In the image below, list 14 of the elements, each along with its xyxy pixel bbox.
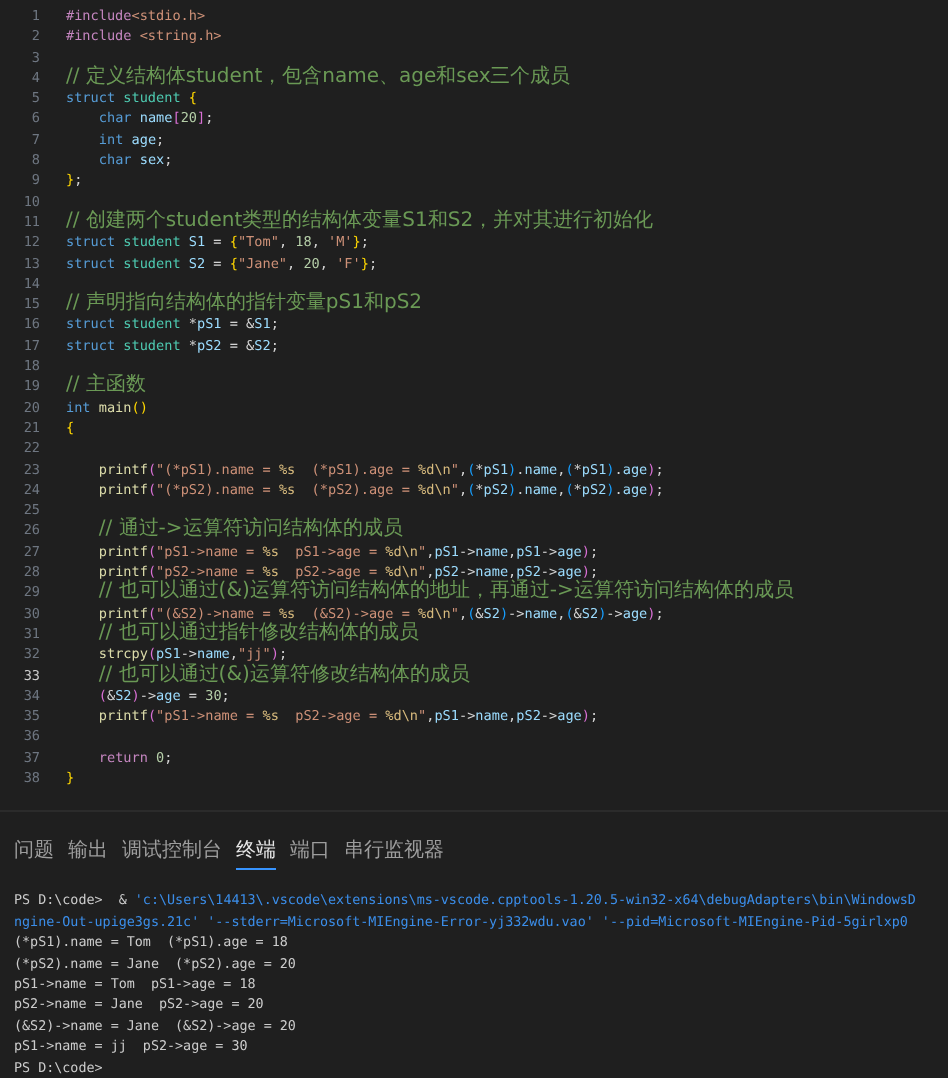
code-line: // 定义结构体student，包含name、age和sex三个成员 [66,67,571,89]
panel-tab[interactable]: 问题 [14,832,54,871]
code-line: // 也可以通过(&)运算符访问结构体的地址，再通过->运算符访问结构体的成员 [98,582,794,604]
code-line: // 也可以通过(&)运算符修改结构体的成员 [98,665,470,686]
panel-tab[interactable]: 串行监视器 [344,832,444,871]
code-line: // 创建两个student类型的结构体变量S1和S2，并对其进行初始化 [66,211,654,233]
code-line: // 声明指向结构体的指针变量pS1和pS2 [66,294,423,315]
code-line: // 也可以通过指针修改结构体的成员 [98,623,419,645]
panel-tab[interactable]: 输出 [68,832,108,871]
code-line: // 主函数 [66,376,146,398]
panel-tab[interactable]: 调试控制台 [122,832,222,871]
panel-tab[interactable]: 端口 [290,832,330,871]
panel-tab[interactable]: 终端 [236,832,276,871]
code-line: // 通过->运算符访问结构体的成员 [98,520,403,542]
